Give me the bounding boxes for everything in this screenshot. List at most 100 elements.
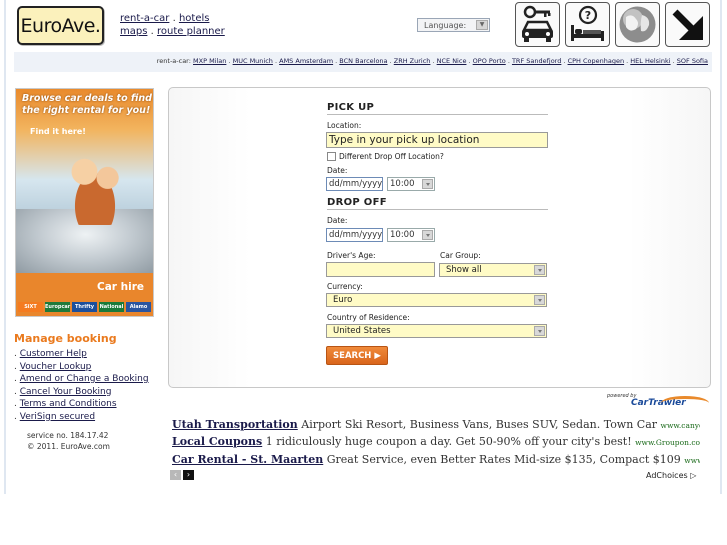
site-logo[interactable]: EuroAve. (17, 6, 104, 45)
service-info: service no. 184.17.42 © 2011. EuroAve.co… (27, 431, 110, 452)
pickup-date-label: Date: (327, 166, 348, 175)
chevron-down-icon (422, 179, 433, 189)
amend-booking-link[interactable]: Amend or Change a Booking (20, 374, 149, 384)
currency-value: Euro (333, 295, 353, 305)
chevron-right-icon: ▶ (374, 350, 381, 361)
text-ad-url[interactable]: www.carren... (684, 456, 700, 465)
city-links-bar: rent-a-car: MXP Milan . MUC Munich . AMS… (14, 52, 712, 72)
city-link[interactable]: NCE Nice (437, 57, 467, 65)
manage-booking-panel: Manage booking Customer Help Voucher Loo… (14, 332, 164, 423)
currency-label: Currency: (327, 282, 363, 291)
page-frame-left (4, 0, 6, 494)
ad-find-it-text: Find it here! (30, 127, 86, 136)
search-button-label: SEARCH (333, 350, 372, 361)
globe-icon[interactable] (615, 2, 660, 47)
text-ad-title[interactable]: Utah Transportation (172, 418, 298, 431)
adchoices-link[interactable]: AdChoices ▷ (646, 471, 696, 480)
previous-ad-button[interactable]: ‹ (170, 470, 181, 480)
ad-car-hire-label: Car hire (97, 281, 144, 293)
ad-footer: Car hire SiXT Europcar Thrifty National … (16, 273, 153, 316)
city-link[interactable]: HEL Helsinki (630, 57, 670, 65)
brand-logo-national: National (99, 302, 124, 312)
language-select[interactable]: Language: ▼ (417, 18, 490, 32)
dropoff-time-select[interactable]: 10:00 (387, 228, 435, 242)
chevron-down-icon (534, 265, 545, 275)
voucher-lookup-link[interactable]: Voucher Lookup (20, 362, 92, 372)
svg-text:?: ? (585, 9, 591, 22)
language-label: Language: (424, 21, 467, 30)
car-group-select[interactable]: Show all (439, 263, 547, 277)
car-hire-ad-banner[interactable]: Browse car deals to find the right renta… (15, 88, 154, 317)
next-ad-button[interactable]: › (183, 470, 194, 480)
terms-link[interactable]: Terms and Conditions (20, 399, 117, 409)
list-item: Terms and Conditions (14, 398, 164, 411)
city-link[interactable]: MUC Munich (233, 57, 273, 65)
arrow-down-right-icon[interactable] (665, 2, 710, 47)
drivers-age-input[interactable] (326, 262, 435, 277)
list-item: VeriSign secured (14, 411, 164, 424)
currency-select[interactable]: Euro (326, 293, 547, 307)
text-ad-title[interactable]: Car Rental - St. Maarten (172, 453, 323, 466)
text-ad-body: Great Service, even Better Rates Mid-siz… (326, 453, 681, 466)
verisign-link[interactable]: VeriSign secured (20, 412, 95, 422)
brand-logo-europcar: Europcar (45, 302, 71, 312)
list-item: Amend or Change a Booking (14, 373, 164, 386)
residence-value: United States (333, 326, 391, 336)
dropoff-date-input[interactable]: dd/mm/yyyy (326, 228, 383, 242)
nav-link-maps[interactable]: maps (120, 26, 147, 37)
page-frame-right (720, 0, 722, 494)
brand-logo-thrifty: Thrifty (72, 302, 97, 312)
ad-title: Browse car deals to find the right renta… (22, 93, 152, 116)
cartrawler-swoosh-icon (661, 396, 709, 410)
pickup-section-title: PICK UP (327, 102, 548, 115)
search-button[interactable]: SEARCH ▶ (326, 346, 388, 365)
city-link[interactable]: CPH Copenhagen (568, 57, 625, 65)
top-nav-links: rent-a-car . hotels maps . route planner (120, 13, 225, 37)
car-group-label: Car Group: (440, 251, 481, 260)
pickup-location-input[interactable]: Type in your pick up location (326, 132, 548, 148)
pickup-time-select[interactable]: 10:00 (387, 177, 435, 191)
cancel-booking-link[interactable]: Cancel Your Booking (20, 387, 112, 397)
city-link[interactable]: OPO Porto (473, 57, 506, 65)
residence-label: Country of Residence: (327, 313, 410, 322)
city-link[interactable]: SOF Sofia (677, 57, 708, 65)
city-link[interactable]: BCN Barcelona (339, 57, 387, 65)
different-dropoff-checkbox[interactable] (327, 152, 336, 161)
location-label: Location: (327, 121, 362, 130)
residence-select[interactable]: United States (326, 324, 547, 338)
text-ad-url[interactable]: www.Groupon.com (635, 438, 700, 447)
car-key-icon[interactable] (515, 2, 560, 47)
text-ad-body: 1 ridiculously huge coupon a day. Get 50… (265, 435, 632, 448)
city-link[interactable]: TRF Sandefjord (512, 57, 561, 65)
manage-booking-title: Manage booking (14, 332, 117, 345)
dropoff-section-title: DROP OFF (327, 197, 548, 210)
city-link[interactable]: MXP Milan (193, 57, 226, 65)
customer-help-link[interactable]: Customer Help (20, 349, 87, 359)
text-ad-url[interactable]: www.canyontransp... (661, 421, 700, 430)
nav-link-hotels[interactable]: hotels (179, 13, 210, 24)
ad-brand-logos: SiXT Europcar Thrifty National Alamo (18, 302, 151, 312)
nav-link-route-planner[interactable]: route planner (157, 26, 225, 37)
list-item: Cancel Your Booking (14, 386, 164, 399)
ad-people-image (60, 149, 130, 225)
text-ad[interactable]: Car Rental - St. Maarten Great Service, … (172, 453, 700, 466)
brand-logo-sixt: SiXT (18, 302, 43, 312)
chevron-down-icon (534, 295, 545, 305)
hotel-bed-icon[interactable]: ? (565, 2, 610, 47)
city-link[interactable]: AMS Amsterdam (279, 57, 333, 65)
city-link[interactable]: ZRH Zurich (394, 57, 431, 65)
manage-booking-list: Customer Help Voucher Lookup Amend or Ch… (14, 348, 164, 423)
nav-link-rent-a-car[interactable]: rent-a-car (120, 13, 169, 24)
pickup-date-input[interactable]: dd/mm/yyyy (326, 177, 383, 191)
list-item: Customer Help (14, 348, 164, 361)
text-ad[interactable]: Local Coupons 1 ridiculously huge coupon… (172, 435, 700, 448)
drivers-age-label: Driver's Age: (327, 251, 376, 260)
dropoff-date-label: Date: (327, 216, 348, 225)
chevron-down-icon (534, 326, 545, 336)
text-ad[interactable]: Utah Transportation Airport Ski Resort, … (172, 418, 700, 431)
list-item: Voucher Lookup (14, 361, 164, 374)
ad-pager: ‹ › (170, 470, 194, 480)
text-ad-title[interactable]: Local Coupons (172, 435, 262, 448)
dropoff-time-value: 10:00 (390, 230, 415, 240)
chevron-down-icon (422, 230, 433, 240)
